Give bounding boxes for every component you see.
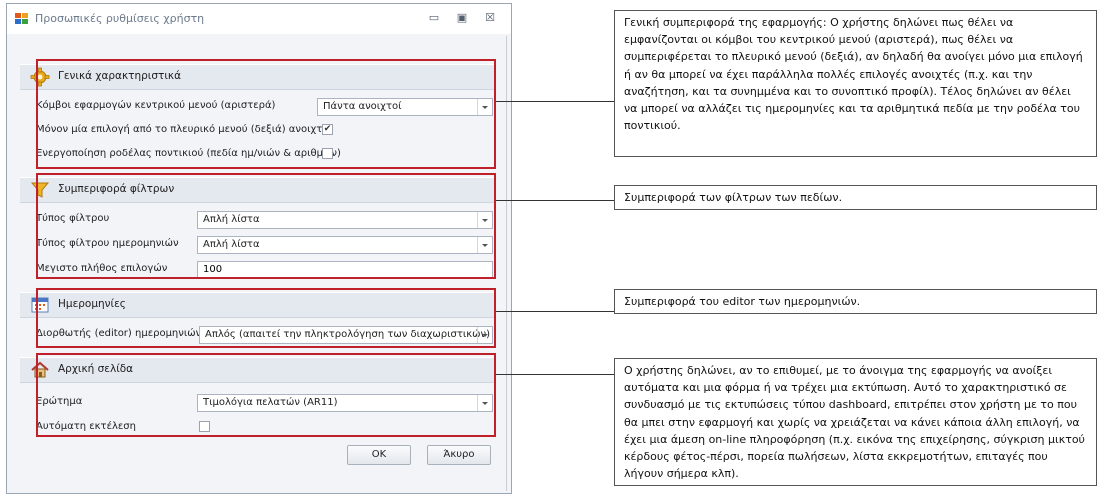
- highlight-dates: [36, 288, 496, 348]
- window-title: Προσωπικές ρυθμίσεις χρήστη: [35, 12, 205, 25]
- highlight-filters: [36, 173, 496, 279]
- cancel-button[interactable]: Άκυρο: [427, 445, 491, 465]
- highlight-home: [36, 353, 496, 437]
- connector-home: [496, 374, 614, 375]
- callout-home: Ο χρήστης δηλώνει, αν το επιθυμεί, με το…: [614, 358, 1097, 486]
- window-edge: [506, 36, 507, 491]
- close-icon[interactable]: ☒: [481, 10, 499, 26]
- ok-button[interactable]: OK: [347, 445, 411, 465]
- title-bar[interactable]: Προσωπικές ρυθμίσεις χρήστη ▭ ▣ ☒: [7, 4, 511, 34]
- callout-dates: Συμπεριφορά του editor των ημερομηνιών.: [614, 289, 1097, 314]
- app-icon: [15, 13, 29, 25]
- callout-filters: Συμπεριφορά των φίλτρων των πεδίων.: [614, 185, 1097, 210]
- callout-general: Γενική συμπεριφορά της εφαρμογής: Ο χρήσ…: [614, 10, 1097, 157]
- connector-dates: [496, 311, 614, 312]
- maximize-icon[interactable]: ▣: [453, 10, 471, 26]
- connector-general: [496, 101, 614, 102]
- highlight-general: [36, 59, 496, 169]
- connector-filters: [496, 200, 614, 201]
- minimize-icon[interactable]: ▭: [425, 10, 443, 26]
